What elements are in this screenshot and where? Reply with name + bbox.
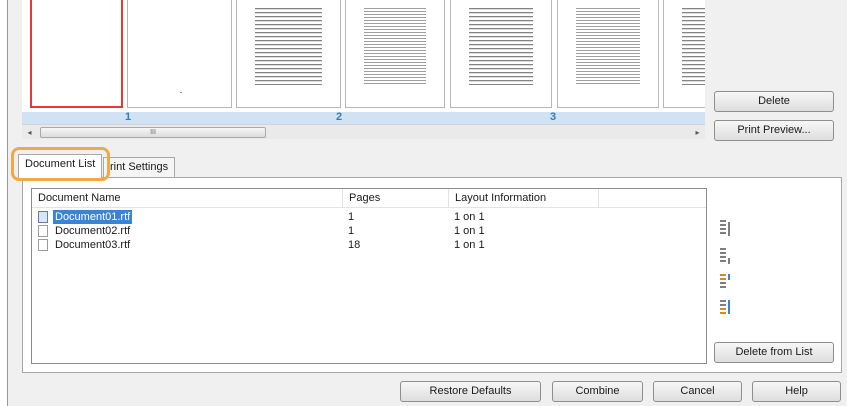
scroll-left-icon[interactable]: ◂: [22, 125, 37, 140]
page-thumbnail-6[interactable]: [557, 0, 659, 108]
column-header-document-name[interactable]: Document Name: [32, 189, 343, 208]
scrollbar-thumb[interactable]: III: [40, 127, 266, 138]
page-thumbnail-2[interactable]: [127, 0, 232, 108]
page-text-lines: [255, 8, 322, 85]
page-text-lines: [576, 8, 640, 85]
preview-strip[interactable]: [22, 0, 705, 112]
print-preview-button[interactable]: Print Preview...: [714, 120, 834, 141]
document-pages: 1: [348, 225, 355, 237]
column-header-empty: [599, 189, 708, 208]
page-thumbnail-1[interactable]: [30, 0, 123, 108]
restore-defaults-button[interactable]: Restore Defaults: [400, 381, 541, 402]
page-thumbnail-5[interactable]: [450, 0, 552, 108]
document-layout: 1 on 1: [454, 211, 485, 223]
document-pages: 18: [348, 239, 361, 251]
move-up-icon[interactable]: [720, 246, 732, 266]
page-text-lines: [469, 8, 533, 85]
document-layout: 1 on 1: [454, 225, 485, 237]
page-group-bar: 1 2 3: [22, 111, 705, 124]
list-item[interactable]: Document02.rtf 1 1 on 1: [32, 224, 706, 238]
document-list-view[interactable]: Document Name Pages Layout Information D…: [31, 188, 707, 364]
list-item[interactable]: Document01.rtf 1 1 on 1: [32, 210, 706, 224]
group-label: 3: [550, 111, 557, 123]
delete-from-list-button[interactable]: Delete from List: [714, 342, 834, 363]
window-left-edge: [0, 0, 8, 406]
document-pages: 1: [348, 211, 355, 223]
tab-print-settings[interactable]: rint Settings: [103, 157, 176, 178]
move-to-top-icon[interactable]: [720, 218, 732, 238]
document-icon: [38, 225, 48, 237]
horizontal-scrollbar[interactable]: ◂ III ▸: [22, 124, 705, 139]
document-icon: [38, 211, 48, 223]
page-thumbnail-4[interactable]: [345, 0, 445, 108]
page-dot: [179, 92, 182, 93]
scroll-right-icon[interactable]: ▸: [690, 125, 705, 140]
document-name: Document03.rtf: [55, 239, 131, 251]
document-layout: 1 on 1: [454, 239, 485, 251]
move-to-bottom-icon[interactable]: [720, 298, 732, 318]
page-text-lines: [364, 8, 426, 85]
delete-button[interactable]: Delete: [714, 91, 834, 112]
list-item[interactable]: Document03.rtf 18 1 on 1: [32, 238, 706, 252]
column-header-pages[interactable]: Pages: [343, 189, 449, 208]
document-icon: [38, 239, 48, 251]
group-label: 2: [336, 111, 343, 123]
page-text-lines: [682, 8, 705, 85]
move-down-icon[interactable]: [720, 272, 732, 292]
document-name: Document01.rtf: [53, 210, 133, 224]
combine-button[interactable]: Combine: [552, 381, 643, 402]
tab-document-list[interactable]: Document List: [18, 154, 103, 178]
list-header: Document Name Pages Layout Information: [32, 189, 706, 208]
page-thumbnail-3[interactable]: [236, 0, 341, 108]
help-button[interactable]: Help: [752, 381, 841, 402]
cancel-button[interactable]: Cancel: [653, 381, 742, 402]
group-label: 1: [125, 111, 132, 123]
document-name: Document02.rtf: [55, 225, 131, 237]
column-header-layout-information[interactable]: Layout Information: [449, 189, 599, 208]
page-thumbnail-7[interactable]: [663, 0, 705, 108]
